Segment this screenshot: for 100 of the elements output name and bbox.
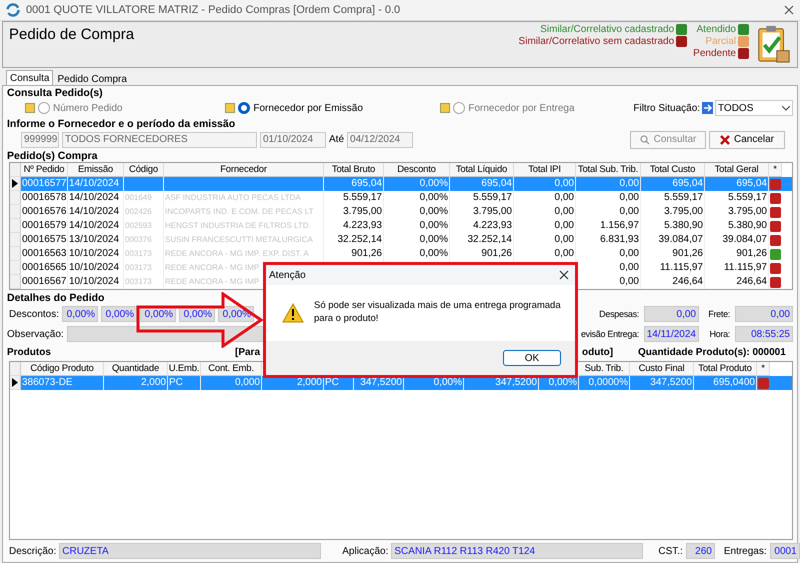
table-cell: 13/10/2024 bbox=[68, 233, 124, 247]
radio-option[interactable]: Fornecedor por Entrega bbox=[440, 102, 594, 114]
column-header[interactable]: Quantidade bbox=[104, 362, 168, 376]
table-cell: 10/10/2024 bbox=[68, 261, 124, 275]
input-field[interactable]: 0,00% bbox=[101, 306, 138, 322]
cancel-button[interactable]: Cancelar bbox=[709, 130, 785, 148]
table-cell: 5.559,17 bbox=[450, 191, 514, 205]
table-cell: 347,5200 bbox=[354, 376, 404, 390]
date-field[interactable]: 04/12/2024 bbox=[347, 132, 414, 148]
row-header-cell[interactable] bbox=[10, 275, 21, 289]
row-header-cell[interactable] bbox=[10, 205, 21, 219]
field-label: Hora: bbox=[708, 329, 731, 339]
column-header[interactable]: Nº Pedido bbox=[21, 163, 68, 177]
column-header[interactable]: Total Sub. Trib. bbox=[576, 163, 641, 177]
input-field[interactable]: 0,00% bbox=[62, 306, 98, 322]
table-cell: PC bbox=[324, 376, 354, 390]
row-header-cell[interactable] bbox=[10, 177, 21, 191]
row-header-cell[interactable] bbox=[10, 247, 21, 261]
input-field[interactable]: 0001 bbox=[770, 543, 800, 559]
page-title: Pedido de Compra bbox=[9, 26, 136, 43]
radio-option[interactable]: Fornecedor por Emissão bbox=[225, 102, 440, 114]
section-title: Pedido(s) Compra bbox=[7, 150, 98, 162]
corner-cell bbox=[10, 362, 21, 376]
input-field[interactable]: 08:55:25 bbox=[735, 326, 793, 342]
table-cell: 246,64 bbox=[705, 275, 769, 289]
column-header[interactable]: Total Líquido bbox=[450, 163, 514, 177]
column-header[interactable]: Custo Final bbox=[630, 362, 694, 376]
table-cell: 002426 bbox=[124, 205, 164, 219]
section-title: [Para bbox=[235, 347, 260, 358]
column-header[interactable]: Total IPI bbox=[514, 163, 576, 177]
section-title: Consulta Pedido(s) bbox=[7, 87, 103, 99]
input-field[interactable]: SCANIA R112 R113 R420 T124 bbox=[391, 543, 644, 559]
column-header[interactable]: Código Produto bbox=[21, 362, 104, 376]
app-logo-icon bbox=[6, 3, 20, 17]
table-cell: 0,00 bbox=[576, 275, 641, 289]
table-cell: 00016577 bbox=[21, 177, 68, 191]
radio-option[interactable]: Número Pedido bbox=[25, 102, 226, 114]
field-label: evisão Entrega: bbox=[580, 329, 640, 339]
table-cell: 14/10/2024 bbox=[68, 177, 124, 191]
column-header[interactable]: * bbox=[769, 163, 782, 177]
table-cell: SUSIN FRANCESCUTTI METALURGICA bbox=[164, 233, 324, 247]
table-cell: 14/10/2024 bbox=[68, 219, 124, 233]
input-field[interactable]: 0,00 bbox=[644, 306, 699, 322]
close-icon bbox=[720, 134, 730, 144]
table-cell: 0,00 bbox=[576, 261, 641, 275]
table-cell: 4.223,93 bbox=[450, 219, 514, 233]
table-cell: 00016565 bbox=[21, 261, 68, 275]
table-cell: 14/10/2024 bbox=[68, 191, 124, 205]
section-title: Detalhes do Pedido bbox=[7, 292, 104, 304]
table-cell: 0,00% bbox=[404, 376, 464, 390]
row-header-cell[interactable] bbox=[10, 219, 21, 233]
row-pointer-icon bbox=[12, 378, 18, 387]
table-cell: 386073-DE bbox=[21, 376, 104, 390]
table-cell: 901,26 bbox=[705, 247, 769, 261]
column-header[interactable]: U.Emb. bbox=[168, 362, 201, 376]
ok-button[interactable]: OK bbox=[503, 350, 561, 366]
table-cell: 003173 bbox=[124, 247, 164, 261]
input-field[interactable]: CRUZETA bbox=[59, 543, 322, 559]
table-cell: 14/10/2024 bbox=[68, 205, 124, 219]
column-header[interactable]: * bbox=[757, 362, 770, 376]
table-cell: HENGST INDUSTRIA DE FILTROS LTD. bbox=[164, 219, 324, 233]
input-field[interactable]: 14/11/2024 bbox=[644, 326, 699, 342]
table-cell: 0,00 bbox=[514, 219, 576, 233]
table-cell: 3.795,00 bbox=[705, 205, 769, 219]
row-header-cell[interactable] bbox=[10, 261, 21, 275]
table-cell: 6.831,93 bbox=[576, 233, 641, 247]
supplier-dropdown[interactable]: TODOS FORNECEDORES bbox=[62, 132, 257, 148]
input-field[interactable]: 260 bbox=[686, 543, 715, 559]
column-header[interactable]: Total Bruto bbox=[324, 163, 384, 177]
row-header-cell[interactable] bbox=[10, 233, 21, 247]
row-header-cell[interactable] bbox=[10, 191, 21, 205]
input-field[interactable]: 0,00 bbox=[735, 306, 793, 322]
supplier-code-field[interactable]: 999999 bbox=[21, 132, 59, 148]
column-header[interactable]: Sub. Trib. bbox=[579, 362, 630, 376]
status-filter-dropdown[interactable]: TODOS bbox=[715, 100, 793, 116]
table-cell: 901,26 bbox=[641, 247, 705, 261]
tab[interactable]: Consulta bbox=[6, 70, 54, 85]
section-title: Produtos bbox=[7, 347, 52, 358]
column-header[interactable]: Fornecedor bbox=[164, 163, 324, 177]
table-cell: 00016567 bbox=[21, 275, 68, 289]
column-header[interactable]: Código bbox=[124, 163, 164, 177]
window-title: 0001 QUOTE VILLATORE MATRIZ - Pedido Compras [Ordem Compra] - 0.0 bbox=[26, 4, 402, 16]
table-cell: 695,04 bbox=[705, 177, 769, 191]
corner-cell bbox=[10, 163, 21, 177]
column-header[interactable]: Cont. Emb. bbox=[201, 362, 262, 376]
table-cell: 901,26 bbox=[450, 247, 514, 261]
column-header[interactable]: Total Geral bbox=[705, 163, 769, 177]
table-cell: 5.559,17 bbox=[324, 191, 384, 205]
section-title: oduto] bbox=[582, 347, 614, 358]
column-header[interactable]: Desconto bbox=[384, 163, 450, 177]
row-header-cell[interactable] bbox=[10, 376, 21, 390]
column-header[interactable]: Total Custo bbox=[641, 163, 705, 177]
table-cell: 0,00% bbox=[384, 205, 450, 219]
table-cell: 00016576 bbox=[21, 205, 68, 219]
column-header[interactable]: Total Produto bbox=[694, 362, 757, 376]
table-cell: 0,000 bbox=[201, 376, 262, 390]
close-icon[interactable] bbox=[559, 270, 569, 280]
column-header[interactable]: Emissão bbox=[68, 163, 124, 177]
close-icon[interactable] bbox=[784, 5, 794, 15]
date-field[interactable]: 01/10/2024 bbox=[260, 132, 326, 148]
